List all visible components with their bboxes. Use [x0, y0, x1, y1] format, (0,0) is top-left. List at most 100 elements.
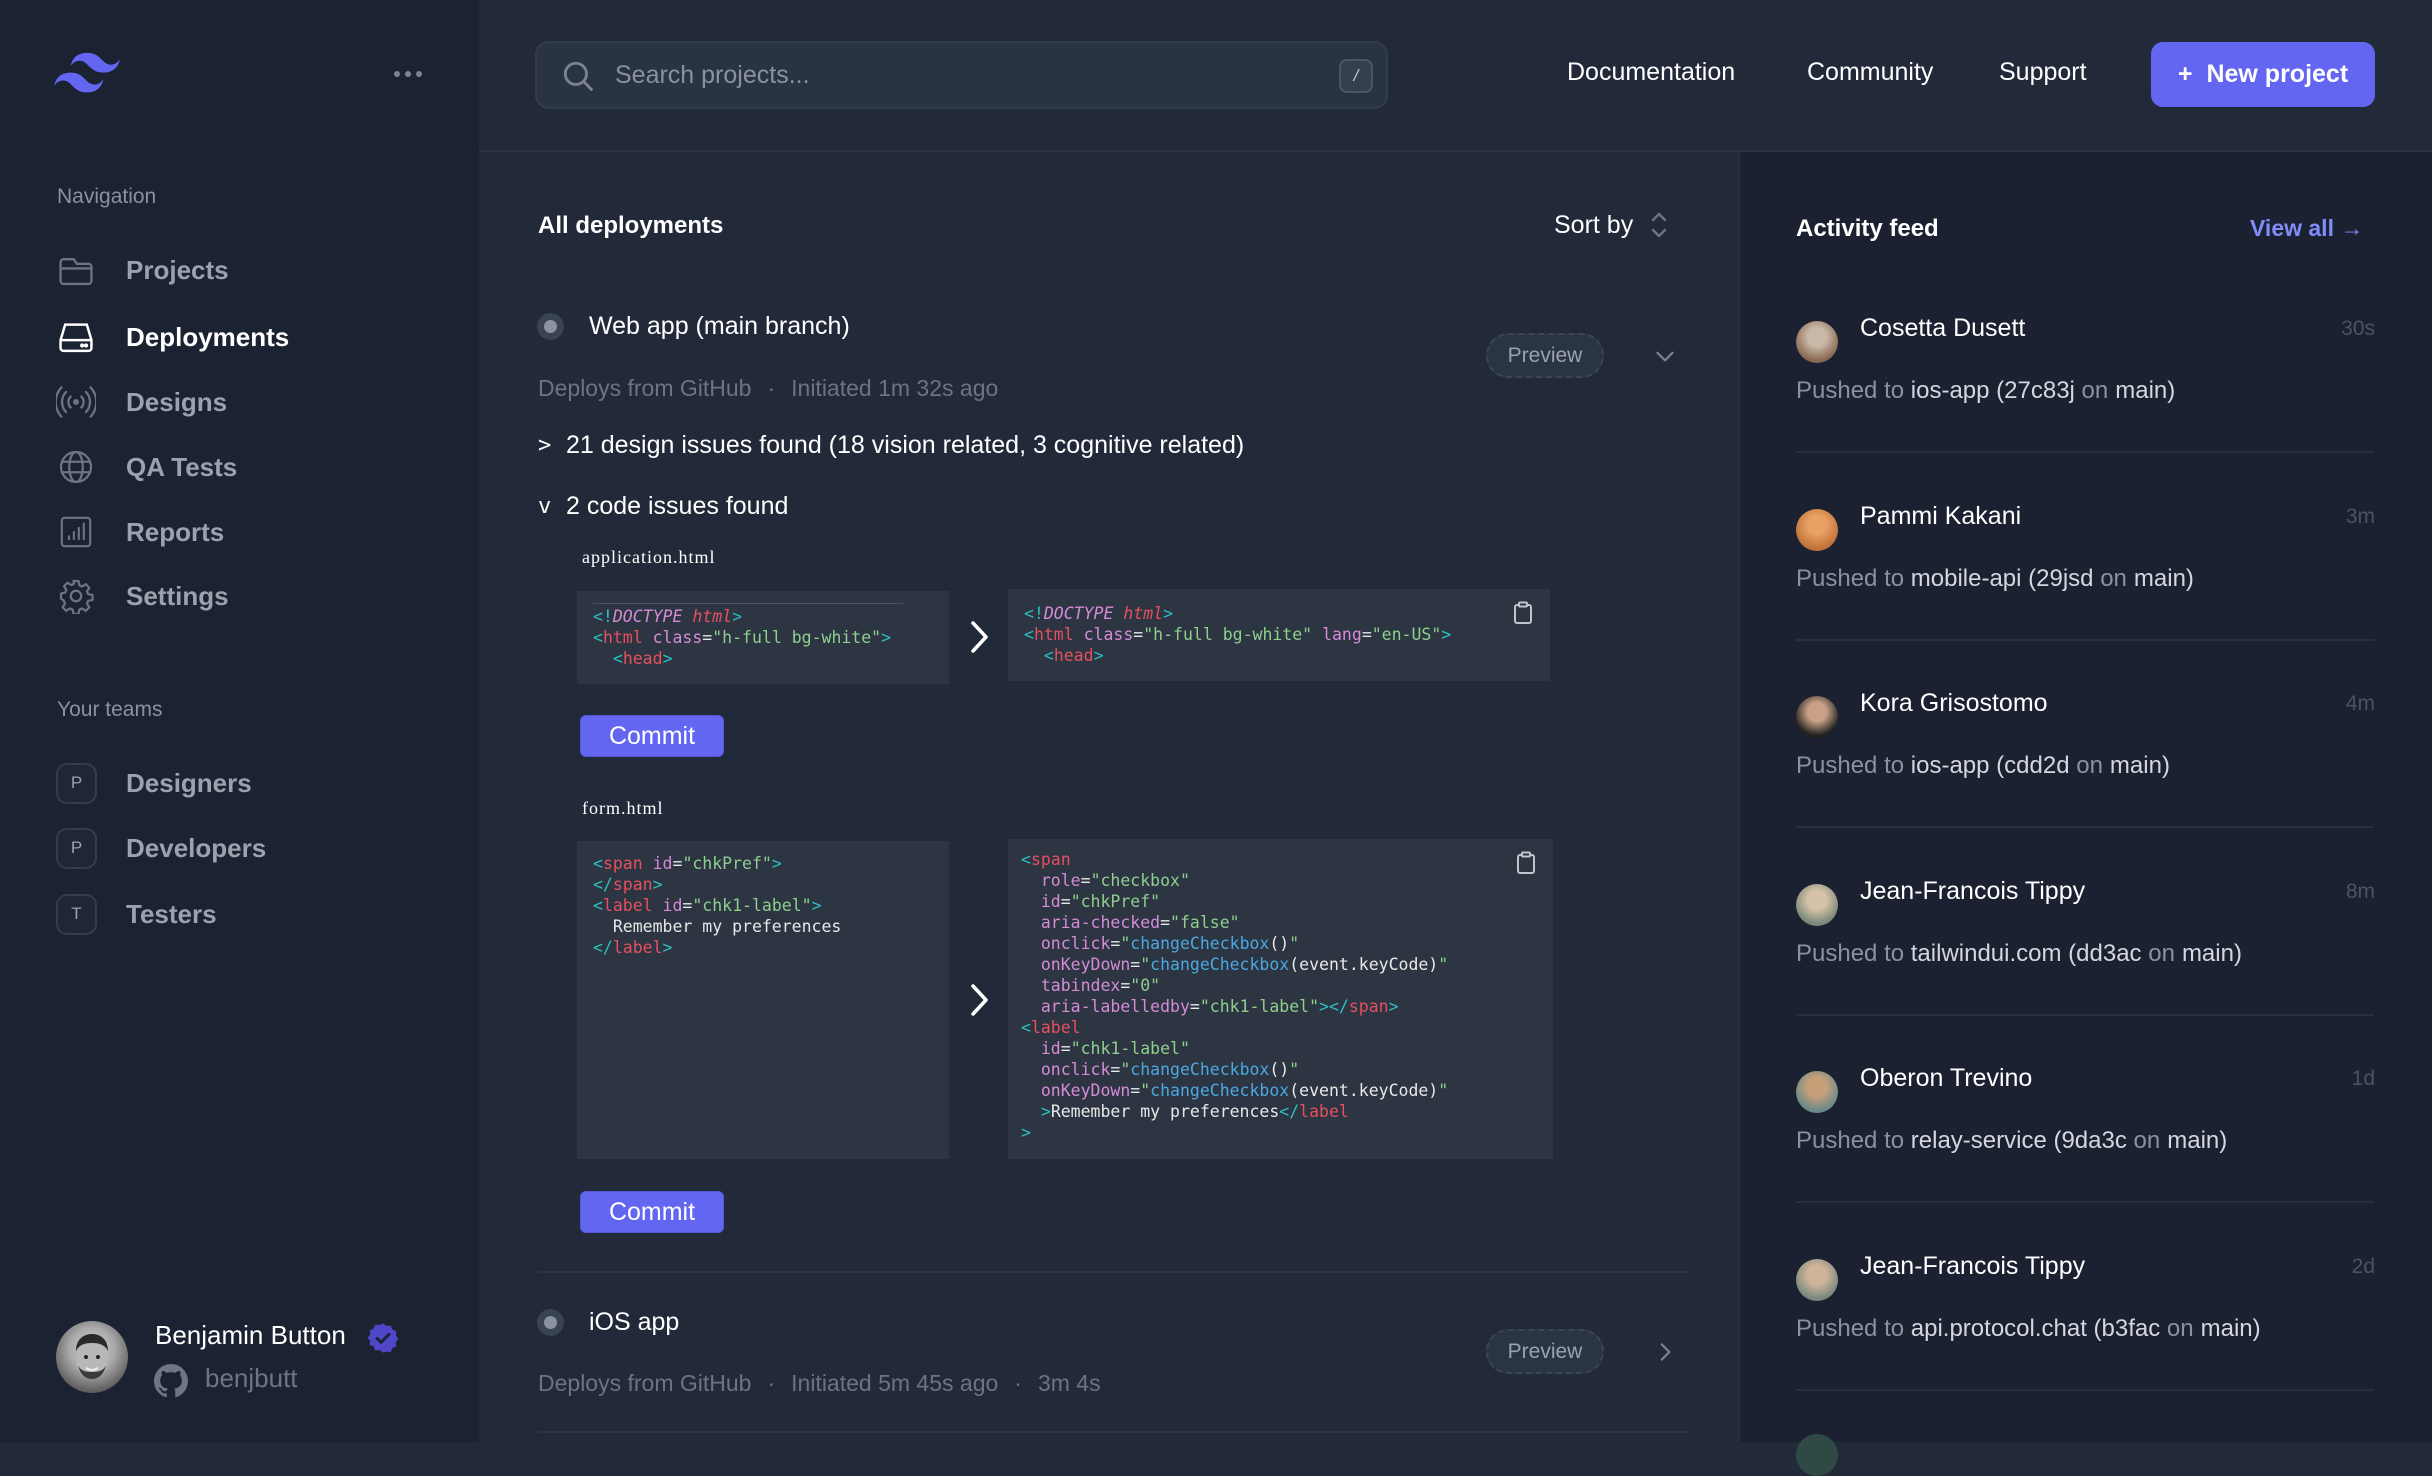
activity-commit: (cdd2d	[1996, 752, 2070, 779]
team-item-developers[interactable]: P Developers	[56, 823, 436, 873]
chevron-right-icon[interactable]	[1652, 1339, 1678, 1365]
deployment-title[interactable]: Web app (main branch)	[589, 312, 850, 341]
deploy-initiated: Initiated 1m 32s ago	[791, 375, 999, 401]
sidebar-item-label: Projects	[126, 254, 229, 285]
deployment-meta: Deploys from GitHub · Initiated 1m 32s a…	[538, 375, 999, 401]
activity-commit: (dd3ac	[2068, 940, 2142, 967]
activity-repo[interactable]: ios-app	[1911, 377, 1990, 404]
sidebar-item-projects[interactable]: Projects	[56, 245, 436, 295]
user-avatar[interactable]	[56, 1321, 128, 1393]
activity-prefix: Pushed to	[1796, 752, 1905, 779]
keyboard-shortcut-badge: /	[1339, 59, 1373, 93]
tailwind-logo-icon[interactable]	[54, 50, 120, 96]
activity-panel	[1738, 152, 2432, 1442]
status-dot	[537, 313, 564, 340]
activity-prefix: Pushed to	[1796, 377, 1905, 404]
activity-repo[interactable]: tailwindui.com	[1911, 940, 2062, 967]
sidebar-item-label: Deployments	[126, 321, 290, 352]
clipboard-icon[interactable]	[1512, 601, 1534, 625]
activity-prefix: Pushed to	[1796, 565, 1905, 592]
documentation-link[interactable]: Documentation	[1567, 58, 1735, 87]
activity-on: on	[2100, 565, 2127, 592]
sidebar-item-designs[interactable]: Designs	[56, 377, 436, 427]
status-dot	[537, 1309, 564, 1336]
design-issues-toggle[interactable]: > 21 design issues found (18 vision rela…	[538, 431, 1244, 460]
activity-user-name[interactable]: Oberon Trevino	[1860, 1064, 2032, 1093]
sidebar-item-qa-tests[interactable]: QA Tests	[56, 442, 436, 492]
team-item-testers[interactable]: T Testers	[56, 889, 436, 939]
folder-icon	[56, 250, 96, 290]
activity-divider	[1796, 1389, 2374, 1391]
community-link[interactable]: Community	[1807, 58, 1933, 87]
activity-description: Pushed to api.protocol.chat (b3fac on mai…	[1796, 1315, 2261, 1343]
user-avatar[interactable]	[1796, 1259, 1838, 1301]
verified-badge-icon	[367, 1323, 399, 1353]
activity-user-name[interactable]: Kora Grisostomo	[1860, 689, 2048, 718]
github-handle[interactable]: benjbutt	[205, 1363, 298, 1394]
sort-by-button[interactable]: Sort by	[1554, 210, 1669, 240]
gear-icon	[56, 576, 96, 616]
ellipsis-horizontal-icon[interactable]	[393, 66, 423, 82]
design-issues-text: 21 design issues found (18 vision relate…	[566, 431, 1245, 459]
user-name: Benjamin Button	[155, 1320, 346, 1350]
activity-branch: main)	[2133, 565, 2194, 592]
search-bar[interactable]: /	[535, 41, 1388, 109]
user-avatar[interactable]	[1796, 1434, 1838, 1476]
activity-time: 2d	[2351, 1255, 2375, 1278]
chart-bar-icon	[56, 512, 96, 552]
team-initial-badge: P	[56, 762, 97, 804]
team-item-designers[interactable]: P Designers	[56, 758, 436, 808]
chevron-right-icon	[971, 984, 988, 1016]
activity-user-name[interactable]: Cosetta Dusett	[1860, 314, 2025, 343]
sidebar: Navigation Projects Deployments Designs …	[0, 0, 479, 1442]
activity-branch: main)	[2200, 1315, 2261, 1342]
chevron-down-icon[interactable]	[1652, 343, 1678, 369]
commit-button[interactable]: Commit	[580, 1191, 724, 1233]
activity-repo[interactable]: mobile-api	[1911, 565, 2022, 592]
sidebar-item-label: Settings	[126, 580, 229, 611]
team-label: Developers	[126, 832, 267, 863]
sidebar-item-reports[interactable]: Reports	[56, 507, 436, 557]
user-avatar[interactable]	[1796, 696, 1838, 738]
user-avatar[interactable]	[1796, 884, 1838, 926]
activity-repo[interactable]: ios-app	[1911, 752, 1990, 779]
code-issues-toggle[interactable]: v 2 code issues found	[538, 492, 788, 521]
activity-repo[interactable]: relay-service	[1911, 1127, 2047, 1154]
user-avatar[interactable]	[1796, 509, 1838, 551]
sidebar-item-label: Reports	[126, 516, 225, 547]
activity-user-name[interactable]: Jean-Francois Tippy	[1860, 1252, 2085, 1281]
activity-time: 30s	[2341, 317, 2375, 340]
search-input[interactable]	[615, 53, 1295, 97]
user-avatar[interactable]	[1796, 321, 1838, 363]
code-before: <span id="chkPref"> </span> <label id="c…	[577, 841, 949, 1159]
deployment-title[interactable]: iOS app	[589, 1308, 679, 1337]
activity-description: Pushed to tailwindui.com (dd3ac on main)	[1796, 940, 2242, 968]
globe-icon	[56, 447, 96, 487]
view-all-link[interactable]: View all →	[2250, 215, 2363, 242]
deploy-duration: 3m 4s	[1037, 1370, 1101, 1396]
activity-commit: (27c83j	[1996, 377, 2075, 404]
activity-user-name[interactable]: Pammi Kakani	[1860, 502, 2021, 531]
activity-repo[interactable]: api.protocol.chat	[1911, 1315, 2087, 1342]
preview-button[interactable]: Preview	[1486, 1329, 1604, 1374]
preview-button[interactable]: Preview	[1486, 333, 1604, 378]
signal-icon	[56, 382, 96, 422]
clipboard-icon[interactable]	[1515, 851, 1537, 875]
sidebar-item-deployments[interactable]: Deployments	[56, 312, 436, 362]
activity-time: 4m	[2345, 692, 2375, 715]
activity-description: Pushed to relay-service (9da3c on main)	[1796, 1127, 2227, 1155]
sidebar-item-settings[interactable]: Settings	[56, 571, 436, 621]
activity-description: Pushed to ios-app (27c83j on main)	[1796, 377, 2175, 405]
code-after: <span role="checkbox" id="chkPref" aria-…	[1008, 839, 1553, 1159]
server-icon	[56, 317, 96, 357]
commit-button[interactable]: Commit	[580, 715, 724, 757]
team-label: Testers	[126, 898, 217, 929]
new-project-label: New project	[2206, 60, 2349, 88]
activity-branch: main)	[2109, 752, 2170, 779]
new-project-button[interactable]: + New project	[2151, 42, 2375, 107]
activity-feed-title: Activity feed	[1796, 215, 1939, 242]
activity-user-name[interactable]: Jean-Francois Tippy	[1860, 877, 2085, 906]
user-avatar[interactable]	[1796, 1071, 1838, 1113]
support-link[interactable]: Support	[1999, 58, 2087, 87]
teams-heading: Your teams	[57, 698, 163, 721]
